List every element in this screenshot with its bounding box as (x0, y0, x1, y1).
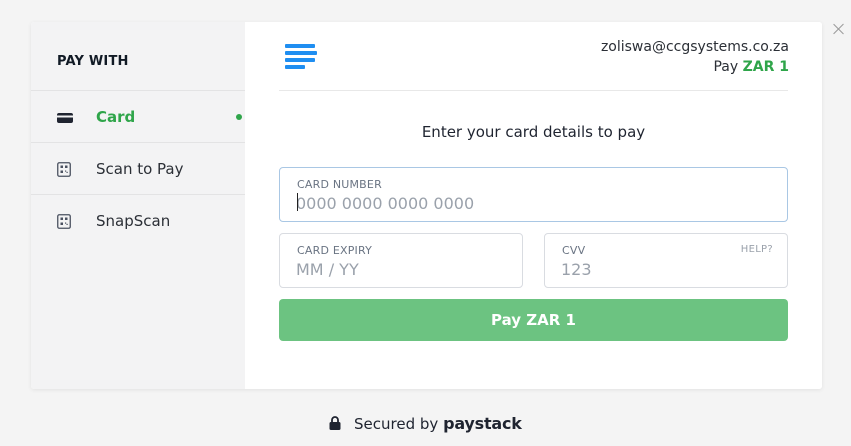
paystack-brand: paystack (443, 414, 522, 433)
close-icon[interactable] (832, 22, 846, 36)
merchant-email: zoliswa@ccgsystems.co.za (600, 39, 789, 55)
form-instruction: Enter your card details to pay (421, 123, 646, 141)
pay-with-heading: PAY WITH (57, 54, 129, 69)
cvv-field[interactable]: CVV HELP? (544, 233, 788, 288)
pay-prefix: Pay (713, 59, 739, 75)
payment-method-sidebar: PAY WITH Card Scan to Pay SnapScan (31, 22, 245, 389)
sidebar-item-label: Card (96, 107, 136, 126)
sidebar-item-scan-to-pay[interactable]: Scan to Pay (31, 142, 245, 194)
pay-button[interactable]: Pay ZAR 1 (279, 299, 788, 341)
card-expiry-field[interactable]: CARD EXPIRY (279, 233, 523, 288)
sidebar-item-snapscan[interactable]: SnapScan (31, 194, 245, 246)
qr-icon (57, 213, 73, 229)
card-number-input[interactable] (296, 192, 771, 214)
secured-by-text: Secured by (354, 415, 439, 433)
sidebar-item-label: Scan to Pay (96, 159, 184, 178)
payment-form-panel: zoliswa@ccgsystems.co.za Pay ZAR 1 Enter… (245, 22, 822, 389)
cvv-input[interactable] (561, 258, 771, 280)
card-icon (57, 110, 73, 124)
sidebar-item-label: SnapScan (96, 211, 171, 230)
sidebar-item-card[interactable]: Card (31, 90, 245, 142)
active-indicator (236, 113, 242, 120)
lock-icon (329, 416, 341, 434)
header-divider (279, 90, 788, 91)
card-number-label: CARD NUMBER (297, 178, 382, 191)
secured-by-footer: Secured by paystack (0, 414, 851, 434)
merchant-logo-icon (285, 44, 319, 72)
card-expiry-input[interactable] (296, 258, 506, 280)
cvv-label: CVV (562, 244, 586, 257)
qr-icon (57, 161, 73, 177)
card-number-field[interactable]: CARD NUMBER (279, 167, 788, 222)
cvv-help-link[interactable]: HELP? (741, 244, 773, 255)
card-expiry-label: CARD EXPIRY (297, 244, 373, 257)
text-caret (297, 193, 298, 211)
checkout-modal: PAY WITH Card Scan to Pay SnapScan zolis… (31, 22, 822, 389)
amount-value: ZAR 1 (742, 59, 789, 75)
merchant-amount: Pay ZAR 1 (713, 59, 789, 75)
